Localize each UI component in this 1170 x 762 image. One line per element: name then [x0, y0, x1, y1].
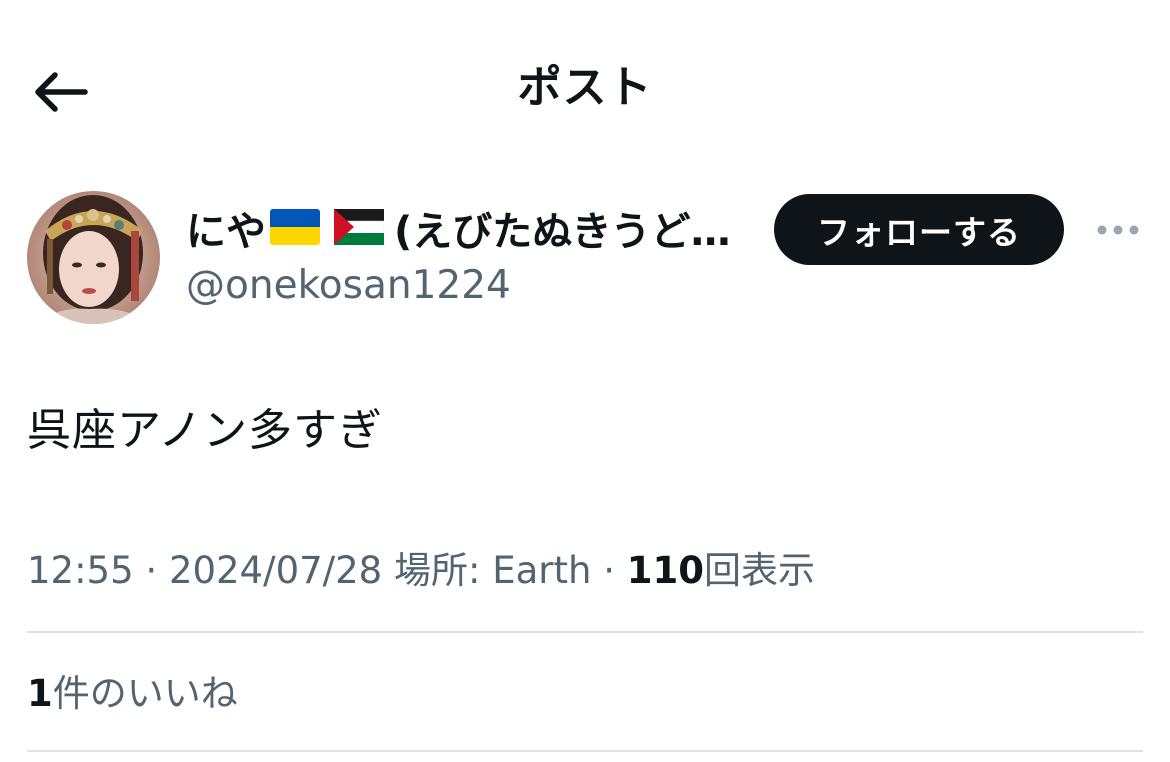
more-horizontal-icon: [1097, 225, 1139, 235]
divider: [27, 750, 1143, 752]
likes-count: 1: [27, 672, 53, 715]
meta-separator: ·: [145, 549, 158, 592]
user-handle[interactable]: @onekosan1224: [186, 260, 511, 312]
top-nav-bar: ポスト: [0, 0, 1170, 180]
palestine-flag-emoji: [333, 204, 385, 260]
display-name-rest: (えびたぬきうど…: [394, 209, 731, 255]
post-text: 呉座アノン多すぎ: [27, 405, 384, 456]
avatar-image: [27, 191, 160, 324]
likes-label: 件のいいね: [52, 672, 238, 715]
post-meta: 12:55 · 2024/07/28 場所: Earth · 110回表示: [27, 544, 815, 598]
display-name[interactable]: にや (えびたぬきうど…: [186, 204, 756, 260]
divider: [27, 631, 1143, 633]
likes-link[interactable]: 1件のいいね: [27, 668, 238, 720]
page-title: ポスト: [517, 62, 653, 113]
views-label: 回表示: [703, 549, 815, 592]
ukraine-flag-emoji: [270, 204, 320, 260]
follow-button[interactable]: フォローする: [774, 194, 1064, 265]
display-name-prefix: にや: [186, 209, 266, 255]
meta-separator: ·: [603, 549, 615, 592]
post-location: 場所: Earth: [393, 549, 592, 592]
more-options-button[interactable]: [1090, 210, 1146, 250]
views-count: 110: [626, 549, 704, 592]
avatar[interactable]: [27, 191, 160, 324]
post-time[interactable]: 12:55: [27, 549, 134, 592]
post-date[interactable]: 2024/07/28: [169, 549, 382, 592]
